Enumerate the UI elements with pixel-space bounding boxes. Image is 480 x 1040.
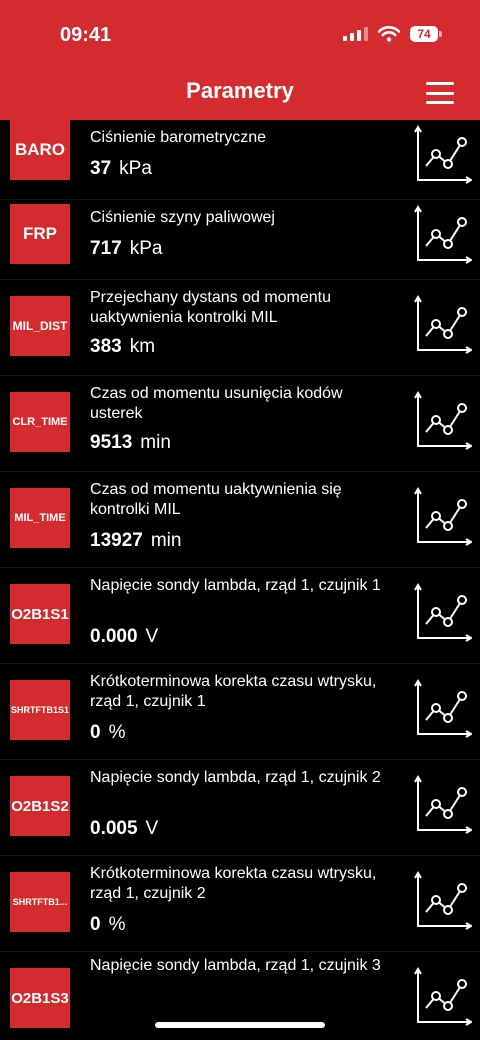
parameter-value-line: 37 kPa xyxy=(90,158,152,180)
parameter-value: 13927 xyxy=(90,530,143,551)
parameter-unit: kPa xyxy=(129,238,163,259)
parameter-code-badge: O2B1S1 xyxy=(10,584,70,644)
parameter-value-line: 13927 min xyxy=(90,530,181,552)
parameter-row[interactable]: SHRTFTB1S1 Krótkoterminowa korekta czasu … xyxy=(0,664,480,760)
parameter-unit: km xyxy=(129,336,156,357)
parameter-value: 0 xyxy=(90,722,101,743)
parameter-row[interactable]: FRP Ciśnienie szyny paliwowej 717 kPa xyxy=(0,200,480,280)
parameter-value-line: 0% xyxy=(90,914,125,936)
parameter-unit: V xyxy=(145,818,159,839)
parameter-value-line: 9513 min xyxy=(90,432,171,454)
app-header: 09:41 74 Parametry xyxy=(0,0,480,120)
parameter-row[interactable]: O2B1S2 Napięcie sondy lambda, rząd 1, czu… xyxy=(0,760,480,856)
parameter-name: Czas od momentu uaktywnienia się kontrol… xyxy=(90,481,342,518)
home-indicator[interactable] xyxy=(155,1022,325,1028)
cellular-signal-icon xyxy=(343,27,368,41)
parameter-code-badge: O2B1S3 xyxy=(10,968,70,1028)
parameter-value: 0 xyxy=(90,914,101,935)
parameter-value-line: 0.005 V xyxy=(90,818,158,840)
parameter-code-badge: FRP xyxy=(10,204,70,264)
parameter-unit: kPa xyxy=(119,158,152,179)
line-chart-icon[interactable] xyxy=(412,124,473,184)
parameter-name: Napięcie sondy lambda, rząd 1, czujnik 3 xyxy=(90,957,381,974)
parameter-code-badge: SHRTFTB1... xyxy=(10,872,70,932)
parameter-value: 37 xyxy=(90,158,112,179)
status-time: 09:41 xyxy=(60,24,112,46)
parameter-row[interactable]: MIL_DIST Przejechany dystans od momentu u… xyxy=(0,280,480,376)
line-chart-icon[interactable] xyxy=(412,678,473,738)
parameter-unit: min xyxy=(140,432,171,453)
line-chart-icon[interactable] xyxy=(412,486,473,546)
parameter-unit: min xyxy=(150,530,182,551)
parameter-name: Ciśnienie barometryczne xyxy=(90,129,267,146)
parameter-row[interactable]: SHRTFTB1... Krótkoterminowa korekta czasu… xyxy=(0,856,480,952)
parameter-row[interactable]: MIL_TIME Czas od momentu uaktywnienia się… xyxy=(0,472,480,568)
parameter-code-badge: CLR_TIME xyxy=(10,392,70,452)
line-chart-icon[interactable] xyxy=(412,204,473,264)
parameter-value: 0.005 xyxy=(90,818,138,839)
line-chart-icon[interactable] xyxy=(412,774,473,834)
parameter-row[interactable]: CLR_TIME Czas od momentu usunięcia kodów … xyxy=(0,376,480,472)
hamburger-menu-icon[interactable] xyxy=(426,82,454,104)
parameter-value: 383 xyxy=(90,336,122,357)
line-chart-icon[interactable] xyxy=(412,966,473,1026)
parameter-code-badge: SHRTFTB1S1 xyxy=(10,680,70,740)
parameter-value-line xyxy=(90,1010,98,1032)
battery-icon: 74 xyxy=(410,26,442,42)
parameter-code-badge: MIL_DIST xyxy=(10,296,70,356)
battery-level: 74 xyxy=(410,26,438,42)
parameter-code-badge: O2B1S2 xyxy=(10,776,70,836)
parameter-value-line: 0.000 V xyxy=(90,626,158,648)
line-chart-icon[interactable] xyxy=(412,294,473,354)
parameter-row[interactable]: BARO Ciśnienie barometryczne 37 kPa xyxy=(0,120,480,200)
parameter-name: Ciśnienie szyny paliwowej xyxy=(90,209,275,226)
parameter-value-line: 383 km xyxy=(90,336,155,358)
status-icons: 74 xyxy=(343,26,442,42)
parameter-name: Napięcie sondy lambda, rząd 1, czujnik 1 xyxy=(90,577,381,594)
parameter-unit: % xyxy=(108,722,126,743)
parameter-code-badge: MIL_TIME xyxy=(10,488,70,548)
parameter-name: Przejechany dystans od momentu uaktywnie… xyxy=(90,289,332,326)
wifi-icon xyxy=(378,26,400,42)
parameter-unit: % xyxy=(108,914,126,935)
line-chart-icon[interactable] xyxy=(412,390,473,450)
parameter-list[interactable]: BARO Ciśnienie barometryczne 37 kPa FRP Ciśni… xyxy=(0,120,480,1040)
parameter-value: 0.000 xyxy=(90,626,138,647)
parameter-name: Czas od momentu usunięcia kodów usterek xyxy=(90,385,343,422)
parameter-value: 9513 xyxy=(90,432,133,453)
line-chart-icon[interactable] xyxy=(412,870,473,930)
parameter-row[interactable]: O2B1S1 Napięcie sondy lambda, rząd 1, czu… xyxy=(0,568,480,664)
parameter-name: Krótkoterminowa korekta czasu wtrysku, r… xyxy=(90,865,377,902)
parameter-value: 717 xyxy=(90,238,122,259)
line-chart-icon[interactable] xyxy=(412,582,473,642)
parameter-value-line: 0% xyxy=(90,722,125,744)
parameter-name: Napięcie sondy lambda, rząd 1, czujnik 2 xyxy=(90,769,381,786)
parameter-unit: V xyxy=(145,626,159,647)
parameter-code-badge: BARO xyxy=(10,120,70,180)
page-title: Parametry xyxy=(186,78,294,103)
parameter-name: Krótkoterminowa korekta czasu wtrysku, r… xyxy=(90,673,377,710)
parameter-value-line: 717 kPa xyxy=(90,238,162,260)
